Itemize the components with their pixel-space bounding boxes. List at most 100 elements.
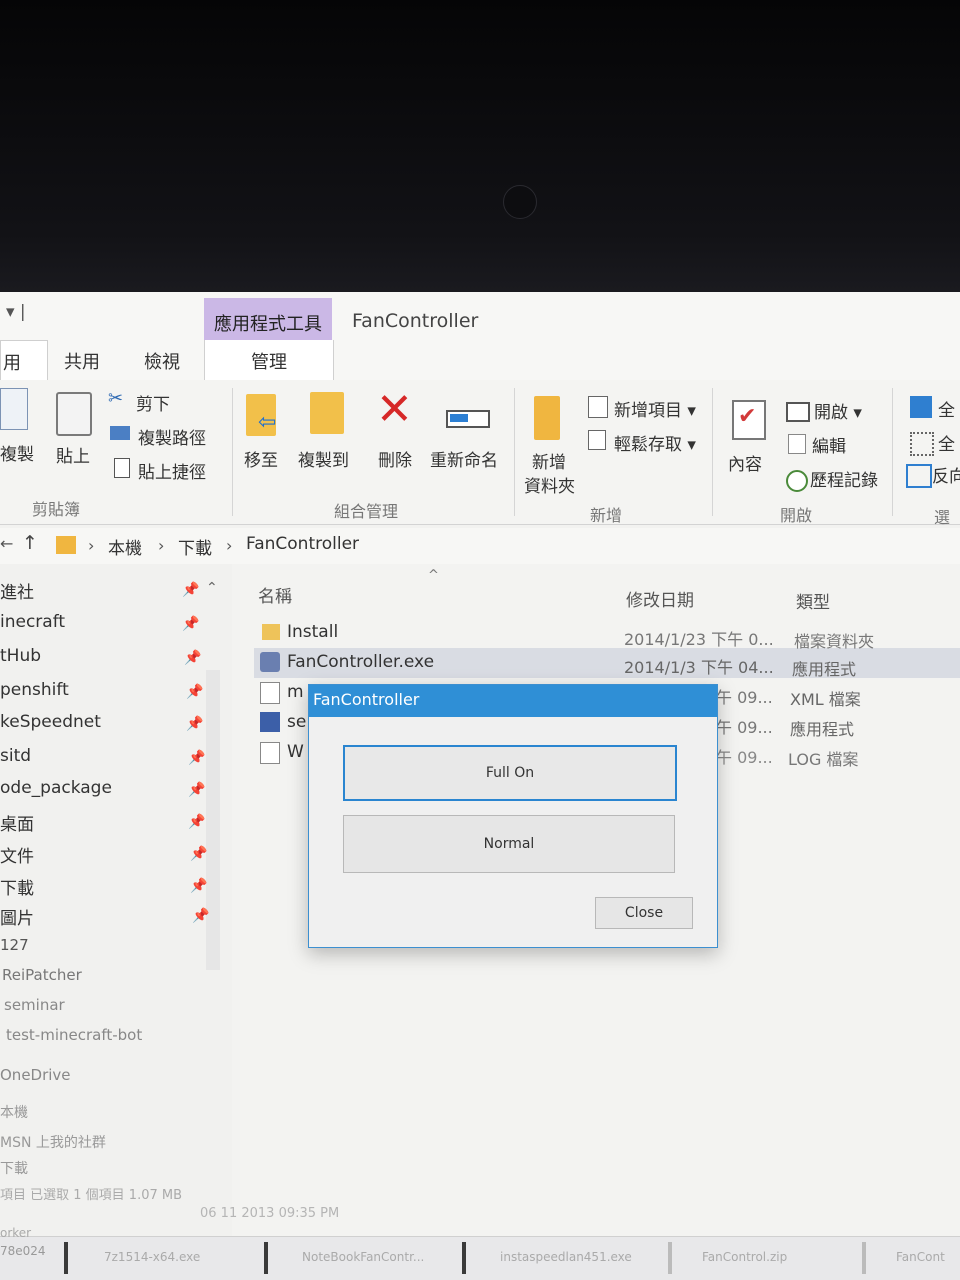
nav-item[interactable]: tHub [0, 646, 41, 666]
nav-item[interactable]: OneDrive [0, 1066, 71, 1084]
select-all-button[interactable]: 全 [938, 396, 955, 421]
pin-icon[interactable]: 📌 [184, 650, 201, 666]
back-arrow-icon[interactable]: ← [0, 534, 13, 553]
move-to-button[interactable]: 移至 [244, 446, 278, 471]
breadcrumb-chevron-icon: › [158, 536, 165, 555]
paste-shortcut-button[interactable]: 貼上捷徑 [138, 458, 206, 483]
delete-button[interactable]: 刪除 [378, 446, 412, 471]
nav-item[interactable]: ReiPatcher [2, 966, 82, 984]
copy-button[interactable]: 複製 [0, 440, 34, 465]
paste-button[interactable]: 貼上 [56, 442, 90, 467]
nav-item[interactable]: 文件 [0, 842, 34, 867]
nav-item[interactable]: MSN 上我的社群 [0, 1132, 106, 1152]
nav-scrollbar[interactable] [206, 670, 220, 970]
column-header-name[interactable]: 名稱 [258, 582, 292, 607]
new-folder-icon [534, 396, 560, 440]
taskbar-item[interactable]: FanControl.zip [668, 1242, 856, 1274]
new-item-button[interactable]: 新增項目 ▾ [614, 396, 696, 421]
tab-share[interactable]: 共用 [64, 348, 100, 374]
quick-access-toolbar[interactable]: ▾ | [6, 302, 26, 322]
easy-access-icon [588, 430, 606, 450]
edit-icon [788, 434, 806, 454]
nav-item[interactable]: 圖片 [0, 904, 34, 929]
properties-button[interactable]: 內容 [728, 450, 762, 475]
open-button[interactable]: 開啟 ▾ [814, 398, 862, 423]
nav-item[interactable]: seminar [4, 996, 65, 1014]
window-title: FanController [352, 310, 479, 332]
column-header-date[interactable]: 修改日期 [626, 586, 694, 611]
copy-path-button[interactable]: 複製路徑 [138, 424, 206, 449]
invert-selection-button[interactable]: 反向 [932, 462, 960, 487]
context-tab-app-tools[interactable]: 應用程式工具 [204, 298, 332, 342]
select-none-icon [910, 432, 934, 456]
copy-to-icon [310, 392, 344, 434]
easy-access-button[interactable]: 輕鬆存取 ▾ [614, 430, 696, 455]
pin-icon[interactable]: 📌 [190, 846, 207, 862]
taskbar-item[interactable]: 78e024 [0, 1244, 46, 1258]
nav-item[interactable]: test-minecraft-bot [6, 1026, 142, 1044]
pin-icon[interactable]: 📌 [182, 582, 199, 598]
new-folder-button[interactable]: 新增 [532, 448, 566, 473]
taskbar-item[interactable]: NoteBookFanContr... [264, 1242, 458, 1274]
pin-icon[interactable]: 📌 [182, 616, 199, 632]
ribbon-separator [232, 388, 233, 516]
new-folder-button-line2[interactable]: 資料夾 [524, 472, 575, 497]
nav-item[interactable]: inecraft [0, 612, 65, 632]
history-button[interactable]: 歷程記錄 [810, 466, 878, 491]
taskbar-item[interactable]: 7z1514-x64.exe [64, 1242, 258, 1274]
pin-icon[interactable]: 📌 [186, 684, 203, 700]
nav-item[interactable]: ode_package [0, 778, 112, 798]
pin-icon[interactable]: 📌 [188, 814, 205, 830]
fancontroller-dialog: FanController Full On Normal Close [308, 684, 718, 948]
exe-file-icon [260, 652, 280, 672]
pin-icon[interactable]: 📌 [188, 750, 205, 766]
close-button[interactable]: Close [595, 897, 693, 929]
nav-item[interactable]: sitd [0, 746, 31, 766]
dialog-title: FanController [313, 690, 420, 709]
ribbon-separator [892, 388, 893, 516]
rename-button[interactable]: 重新命名 [430, 446, 498, 471]
nav-item[interactable]: 桌面 [0, 810, 34, 835]
tab-home[interactable]: 用 [0, 340, 48, 382]
taskbar-item[interactable]: orker [0, 1226, 31, 1240]
edit-button[interactable]: 編輯 [812, 432, 846, 457]
nav-item[interactable]: 下載 [0, 874, 34, 899]
group-select-label: 選 [934, 508, 951, 527]
pin-icon[interactable]: 📌 [186, 716, 203, 732]
breadcrumb-chevron-icon: › [88, 536, 95, 555]
nav-item[interactable]: 127 [0, 936, 29, 954]
nav-item[interactable]: 下載 [0, 1158, 28, 1178]
cut-button[interactable]: 剪下 [136, 390, 170, 415]
taskbar-item[interactable]: FanCont [862, 1242, 960, 1274]
ribbon-separator [514, 388, 515, 516]
nav-item[interactable]: 本機 [0, 1102, 28, 1122]
full-on-button[interactable]: Full On [343, 745, 677, 801]
table-row[interactable]: FanController.exe 2014/1/3 下午 04... 應用程式 [254, 648, 960, 679]
tab-manage[interactable]: 管理 [204, 340, 334, 380]
select-none-button[interactable]: 全 [938, 430, 955, 455]
taskbar-item[interactable]: instaspeedlan451.exe [462, 1242, 666, 1274]
group-organize-label: 組合管理 [334, 502, 399, 521]
breadcrumb-downloads[interactable]: 下載 [178, 534, 212, 559]
tab-view[interactable]: 檢視 [144, 348, 180, 374]
pin-icon[interactable]: 📌 [188, 782, 205, 798]
dialog-title-bar[interactable]: FanController [309, 685, 717, 717]
title-bar: ▾ | [0, 292, 960, 340]
breadcrumb-this-pc[interactable]: 本機 [108, 534, 142, 559]
chevron-up-icon[interactable]: ⌃ [206, 580, 218, 596]
up-arrow-icon[interactable]: ↑ [22, 532, 38, 554]
column-header-type[interactable]: 類型 [796, 588, 830, 613]
nav-item[interactable]: penshift [0, 680, 69, 700]
table-row[interactable]: Install 2014/1/23 下午 0... 檔案資料夾 [254, 618, 960, 651]
breadcrumb-fancontroller[interactable]: FanController [246, 534, 359, 554]
pin-icon[interactable]: 📌 [190, 878, 207, 894]
group-clipboard-label: 剪貼簿 [32, 500, 81, 519]
pin-icon[interactable]: 📌 [192, 908, 209, 924]
copy-to-button[interactable]: 複製到 [298, 446, 349, 471]
normal-button[interactable]: Normal [343, 815, 675, 873]
webcam-icon [503, 185, 537, 219]
paste-icon [56, 392, 92, 436]
address-bar[interactable] [0, 528, 960, 564]
nav-item[interactable]: 進社 [0, 578, 34, 603]
nav-item[interactable]: keSpeednet [0, 712, 101, 732]
